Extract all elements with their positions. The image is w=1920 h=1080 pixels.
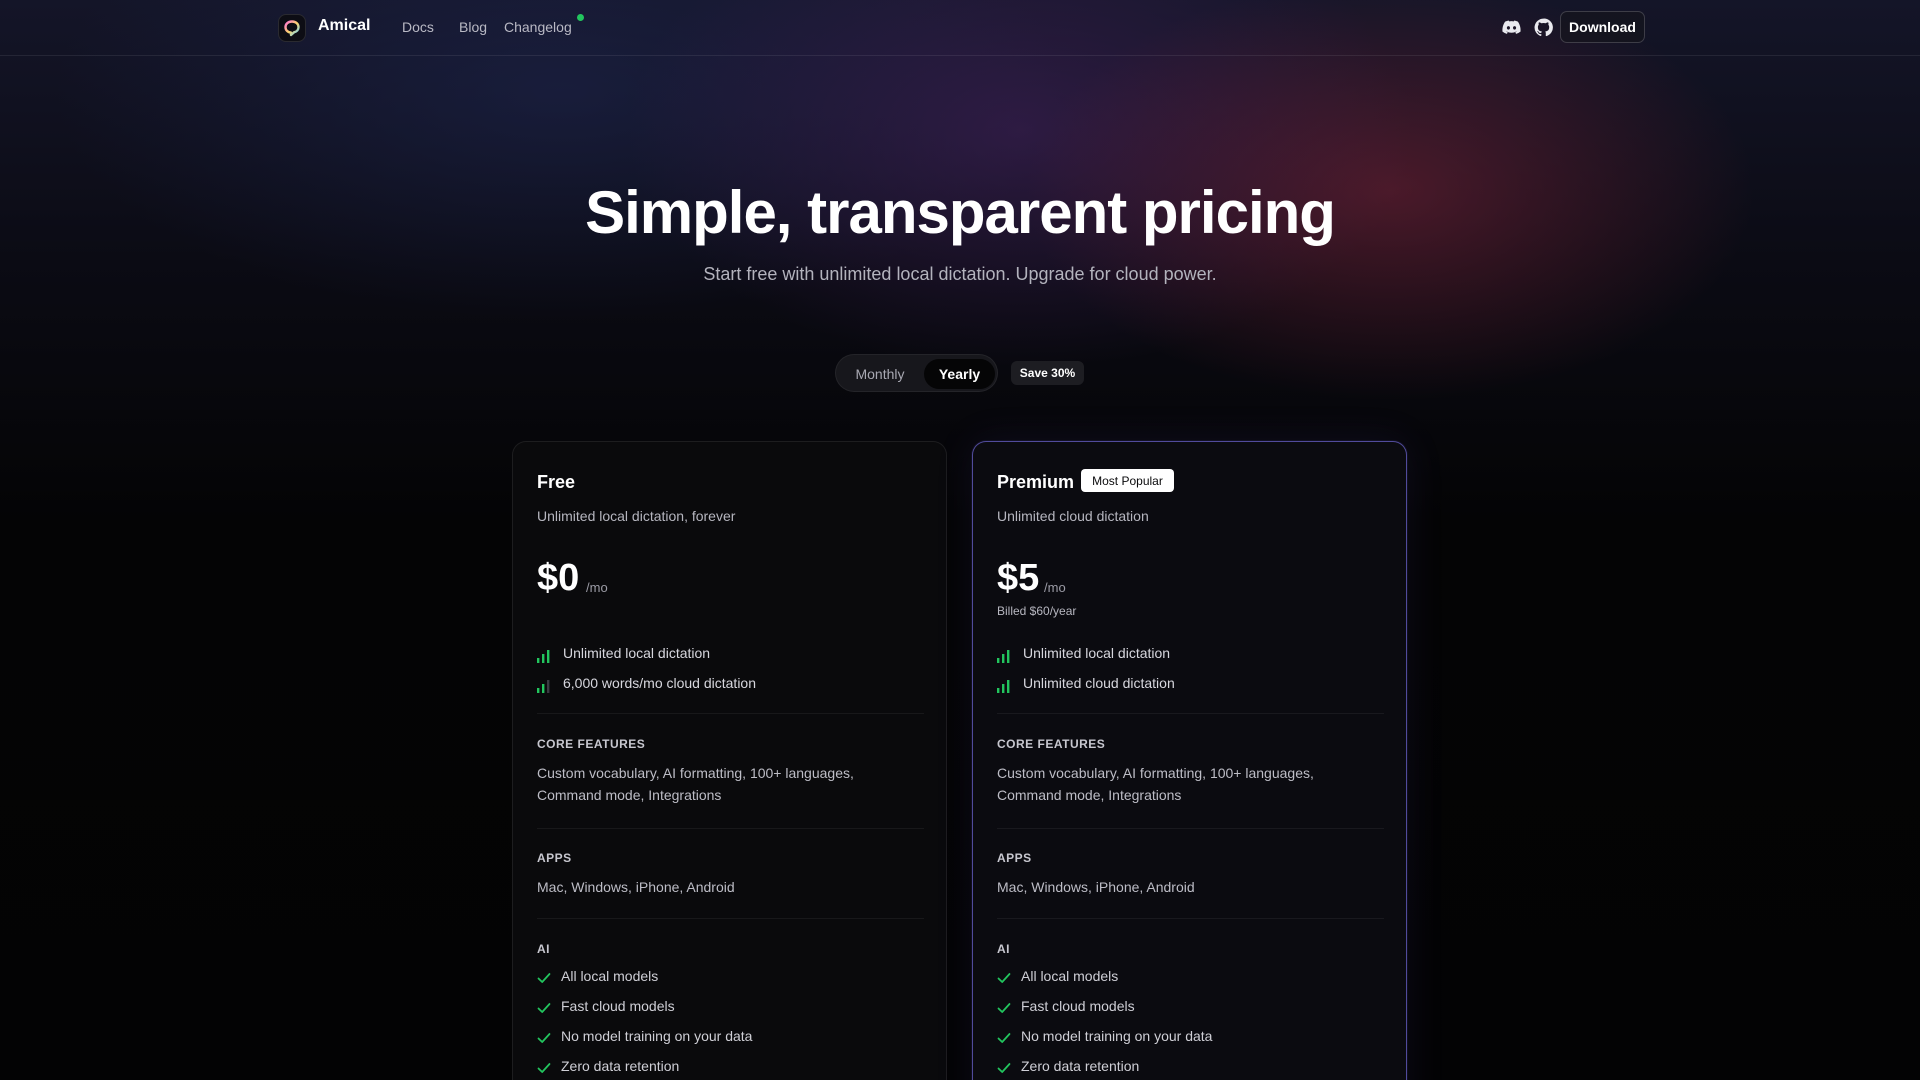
- check-icon: [997, 973, 1011, 983]
- core-features-text: Custom vocabulary, AI formatting, 100+ l…: [537, 765, 854, 803]
- nav-link-docs[interactable]: Docs: [402, 19, 434, 35]
- section-title-ai: AI: [997, 942, 1010, 956]
- usage-label: Unlimited local dictation: [563, 645, 711, 661]
- plan-price: $5: [997, 557, 1040, 599]
- page-subtitle: Start free with unlimited local dictatio…: [703, 264, 1217, 284]
- nav-link-blog[interactable]: Blog: [459, 19, 487, 35]
- amical-logo-icon[interactable]: [278, 14, 306, 42]
- ai-feature-label: All local models: [1021, 968, 1119, 984]
- plan-period: /mo: [1044, 580, 1066, 595]
- ai-feature-label: Fast cloud models: [1021, 998, 1135, 1014]
- signal-bars-icon: [537, 680, 550, 693]
- signal-bars-icon: [537, 650, 550, 663]
- divider: [537, 918, 924, 919]
- check-icon: [537, 1003, 551, 1013]
- check-icon: [537, 973, 551, 983]
- plan-price: $0: [537, 557, 580, 599]
- ai-feature-label: No model training on your data: [561, 1028, 753, 1044]
- page: Amical Docs Blog Changelog Download Simp…: [0, 0, 1920, 1080]
- section-title-ai: AI: [537, 942, 550, 956]
- divider: [537, 828, 924, 829]
- download-button[interactable]: Download: [1560, 11, 1645, 43]
- section-title-core-features: CORE FEATURES: [537, 737, 646, 751]
- most-popular-badge: Most Popular: [1081, 469, 1174, 492]
- check-icon: [537, 1063, 551, 1073]
- changelog-new-indicator: [577, 14, 584, 21]
- ai-feature-label: Zero data retention: [561, 1058, 680, 1074]
- divider: [997, 828, 1384, 829]
- plan-description: Unlimited cloud dictation: [997, 508, 1149, 524]
- apps-text: Mac, Windows, iPhone, Android: [537, 879, 735, 895]
- core-features-text: Custom vocabulary, AI formatting, 100+ l…: [997, 765, 1314, 803]
- billing-note: Billed $60/year: [997, 604, 1077, 618]
- page-title: Simple, transparent pricing: [585, 179, 1336, 246]
- github-icon[interactable]: [1533, 17, 1554, 38]
- divider: [997, 918, 1384, 919]
- plan-name: Free: [537, 472, 576, 492]
- plan-name: Premium: [997, 472, 1075, 492]
- save-badge: Save 30%: [1011, 361, 1084, 385]
- ai-feature-label: Zero data retention: [1021, 1058, 1140, 1074]
- plan-card-free: Free Unlimited local dictation, forever …: [512, 441, 947, 1080]
- usage-label: 6,000 words/mo cloud dictation: [563, 675, 756, 691]
- check-icon: [997, 1003, 1011, 1013]
- signal-bars-icon: [997, 680, 1010, 693]
- billing-toggle: Monthly Yearly: [835, 354, 998, 392]
- ai-feature-label: Fast cloud models: [561, 998, 675, 1014]
- billing-option-monthly[interactable]: Monthly: [840, 359, 920, 389]
- ai-feature-label: No model training on your data: [1021, 1028, 1213, 1044]
- check-icon: [997, 1033, 1011, 1043]
- apps-text: Mac, Windows, iPhone, Android: [997, 879, 1195, 895]
- discord-icon[interactable]: [1501, 17, 1522, 38]
- check-icon: [537, 1033, 551, 1043]
- usage-label: Unlimited local dictation: [1023, 645, 1171, 661]
- divider: [997, 713, 1384, 714]
- nav-link-changelog[interactable]: Changelog: [504, 19, 572, 35]
- usage-label: Unlimited cloud dictation: [1023, 675, 1175, 691]
- plan-period: /mo: [586, 580, 608, 595]
- ai-feature-label: All local models: [561, 968, 659, 984]
- section-title-apps: APPS: [997, 851, 1032, 865]
- plan-card-premium: Premium Most Popular Unlimited cloud dic…: [972, 441, 1407, 1080]
- signal-bars-icon: [997, 650, 1010, 663]
- section-title-core-features: CORE FEATURES: [997, 737, 1106, 751]
- check-icon: [997, 1063, 1011, 1073]
- section-title-apps: APPS: [537, 851, 572, 865]
- divider: [537, 713, 924, 714]
- plan-description: Unlimited local dictation, forever: [537, 508, 736, 524]
- brand-name[interactable]: Amical: [318, 17, 370, 35]
- billing-option-yearly[interactable]: Yearly: [924, 359, 995, 389]
- top-nav: Amical Docs Blog Changelog Download: [0, 0, 1920, 56]
